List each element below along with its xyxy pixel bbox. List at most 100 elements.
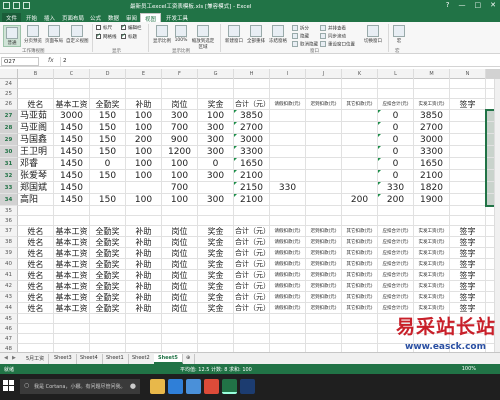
grid-cell[interactable]	[162, 206, 198, 216]
value-cell[interactable]: 200	[126, 134, 162, 146]
grid-cell[interactable]	[270, 216, 306, 226]
grid-cell[interactable]	[90, 89, 126, 99]
ribbon-tab[interactable]: 开始	[22, 13, 41, 22]
column-header-e[interactable]: E	[126, 69, 162, 79]
value-cell[interactable]: 2100	[234, 170, 270, 182]
row-header[interactable]: 39	[0, 248, 18, 259]
value-cell[interactable]: 700	[162, 122, 198, 134]
value-cell[interactable]: 150	[90, 194, 126, 206]
grid-cell[interactable]	[162, 344, 198, 352]
grid-cell[interactable]	[162, 314, 198, 324]
header-cell[interactable]: 请假扣款(元)	[270, 281, 306, 292]
header-cell[interactable]: 应扣合计(元)	[378, 248, 414, 259]
header-cell[interactable]: 合计（元）	[234, 248, 270, 259]
header-cell[interactable]: 其它扣款(元)	[342, 99, 378, 110]
value-cell[interactable]	[306, 134, 342, 146]
header-cell[interactable]: 其它扣款(元)	[342, 281, 378, 292]
header-cell[interactable]: 基本工资	[54, 270, 90, 281]
header-cell[interactable]: 姓名	[18, 270, 54, 281]
grid-cell[interactable]	[54, 89, 90, 99]
grid-cell[interactable]	[450, 334, 486, 344]
page-layout-button[interactable]: 页面布局	[45, 25, 63, 44]
value-cell[interactable]: 300	[198, 170, 234, 182]
value-cell[interactable]: 3300	[234, 146, 270, 158]
grid-cell[interactable]	[54, 324, 90, 334]
value-cell[interactable]: 3000	[234, 134, 270, 146]
header-cell[interactable]: 迟到扣款(元)	[306, 270, 342, 281]
grid-cell[interactable]	[162, 324, 198, 334]
macros-button[interactable]: 宏	[392, 25, 406, 44]
grid-cell[interactable]	[18, 324, 54, 334]
row-header[interactable]: 31	[0, 158, 18, 170]
column-header-i[interactable]: I	[270, 69, 306, 79]
sheet-next-icon[interactable]: ▶	[12, 355, 16, 361]
value-cell[interactable]: 300	[162, 110, 198, 122]
grid-cell[interactable]	[54, 216, 90, 226]
employee-name-cell[interactable]: 马国鑫	[18, 134, 54, 146]
value-cell[interactable]	[306, 158, 342, 170]
value-cell[interactable]: 100	[162, 194, 198, 206]
header-cell[interactable]: 全勤奖	[90, 281, 126, 292]
value-cell[interactable]: 150	[90, 110, 126, 122]
value-cell[interactable]: 2700	[234, 122, 270, 134]
grid-cell[interactable]	[234, 216, 270, 226]
value-cell[interactable]: 1450	[54, 170, 90, 182]
header-cell[interactable]: 岗位	[162, 226, 198, 237]
column-header-l[interactable]: L	[378, 69, 414, 79]
value-cell[interactable]	[342, 110, 378, 122]
reset-position-button[interactable]: 重设窗口位置	[320, 41, 355, 48]
grid-cell[interactable]	[18, 334, 54, 344]
grid-cell[interactable]	[234, 334, 270, 344]
header-cell[interactable]: 全勤奖	[90, 292, 126, 303]
row-header[interactable]: 44	[0, 303, 18, 314]
value-cell[interactable]: 3850	[414, 110, 450, 122]
value-cell[interactable]: 100	[162, 170, 198, 182]
header-cell[interactable]: 迟到扣款(元)	[306, 303, 342, 314]
grid-cell[interactable]	[450, 314, 486, 324]
grid-cell[interactable]	[234, 79, 270, 89]
value-cell[interactable]: 300	[198, 146, 234, 158]
header-cell[interactable]: 签字	[450, 281, 486, 292]
grid-cell[interactable]	[90, 206, 126, 216]
value-cell[interactable]: 100	[126, 158, 162, 170]
row-header[interactable]: 30	[0, 146, 18, 158]
header-cell[interactable]: 合计（元）	[234, 292, 270, 303]
header-cell[interactable]: 应扣合计(元)	[378, 303, 414, 314]
header-cell[interactable]: 请假扣款(元)	[270, 303, 306, 314]
row-header[interactable]: 37	[0, 226, 18, 237]
grid-cell[interactable]	[198, 334, 234, 344]
header-cell[interactable]: 签字	[450, 292, 486, 303]
sheet-tab[interactable]: 5月工资	[22, 354, 50, 364]
value-cell[interactable]: 150	[90, 122, 126, 134]
grid-cell[interactable]	[90, 344, 126, 352]
grid-cell[interactable]	[90, 314, 126, 324]
name-box[interactable]: O27	[1, 57, 39, 66]
header-cell[interactable]: 迟到扣款(元)	[306, 281, 342, 292]
value-cell[interactable]: 0	[378, 134, 414, 146]
grid-cell[interactable]	[54, 314, 90, 324]
row-header[interactable]: 36	[0, 216, 18, 226]
header-cell[interactable]: 实发工资(元)	[414, 303, 450, 314]
value-cell[interactable]: 100	[126, 194, 162, 206]
grid-cell[interactable]	[414, 79, 450, 89]
page-break-button[interactable]: 分页预览	[24, 25, 42, 44]
value-cell[interactable]	[306, 170, 342, 182]
column-header-k[interactable]: K	[342, 69, 378, 79]
header-cell[interactable]: 姓名	[18, 237, 54, 248]
header-cell[interactable]: 基本工资	[54, 248, 90, 259]
grid-cell[interactable]	[270, 89, 306, 99]
grid-cell[interactable]	[306, 344, 342, 352]
value-cell[interactable]: 900	[162, 134, 198, 146]
formula-input[interactable]: 2	[60, 57, 498, 66]
grid-cell[interactable]	[90, 79, 126, 89]
new-window-button[interactable]: 新建窗口	[224, 25, 244, 44]
header-cell[interactable]: 合计（元）	[234, 270, 270, 281]
row-header[interactable]: 45	[0, 314, 18, 324]
value-cell[interactable]	[342, 158, 378, 170]
header-cell[interactable]: 姓名	[18, 226, 54, 237]
value-cell[interactable]	[450, 146, 486, 158]
value-cell[interactable]: 3850	[234, 110, 270, 122]
grid-cell[interactable]	[270, 344, 306, 352]
value-cell[interactable]: 1900	[414, 194, 450, 206]
header-cell[interactable]: 基本工资	[54, 303, 90, 314]
